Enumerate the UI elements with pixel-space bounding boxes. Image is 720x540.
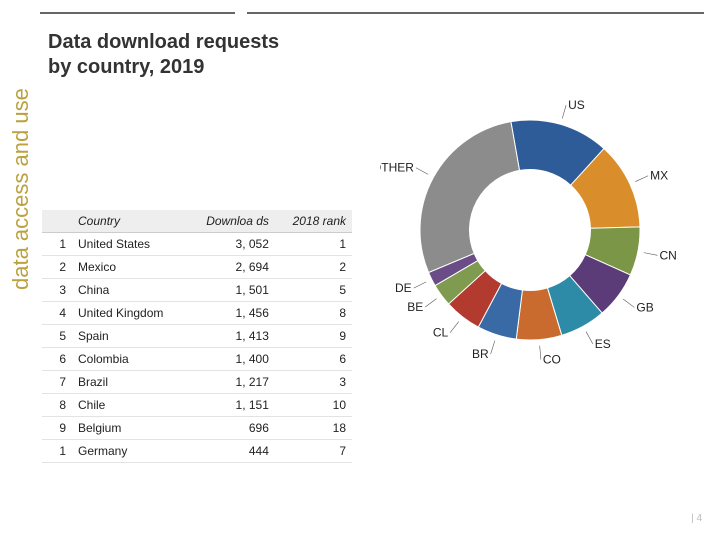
slice-label-be: BE	[407, 300, 423, 314]
slice-label-cl: CL	[433, 326, 449, 340]
col-country: Country	[72, 210, 187, 233]
table-row: 1United States3, 0521	[42, 233, 352, 256]
table-row: 3China1, 5015	[42, 279, 352, 302]
page-title: Data download requests by country, 2019	[48, 30, 288, 80]
table-row: 6Colombia1, 4006	[42, 348, 352, 371]
slice-label-es: ES	[595, 337, 611, 351]
slice-other	[420, 122, 519, 273]
top-rule-break	[235, 10, 247, 16]
table-row: 1Germany4447	[42, 440, 352, 463]
slice-label-us: US	[568, 98, 585, 112]
top-rule	[40, 12, 704, 14]
page-number: | 4	[691, 513, 702, 524]
table-row: 9Belgium69618	[42, 417, 352, 440]
donut-chart: US MX CN GB ES CO BR CL BE DE OTHER	[380, 60, 710, 390]
table-row: 7Brazil1, 2173	[42, 371, 352, 394]
slice-label-co: CO	[543, 353, 561, 367]
col-rank2018: 2018 rank	[275, 210, 352, 233]
downloads-table: Country Downloa ds 2018 rank 1United Sta…	[42, 210, 352, 463]
slice-label-de: DE	[395, 281, 412, 295]
table-row: 5Spain1, 4139	[42, 325, 352, 348]
table-row: 8Chile1, 15110	[42, 394, 352, 417]
slice-label-gb: GB	[636, 300, 653, 314]
table-row: 2Mexico2, 6942	[42, 256, 352, 279]
slice-label-cn: CN	[660, 248, 677, 262]
slice-label-other: OTHER	[380, 161, 414, 175]
slice-label-mx: MX	[650, 169, 668, 183]
section-label: data access and use	[8, 88, 34, 290]
table-row: 4United Kingdom1, 4568	[42, 302, 352, 325]
col-downloads: Downloa ds	[187, 210, 275, 233]
slice-label-br: BR	[472, 347, 489, 361]
